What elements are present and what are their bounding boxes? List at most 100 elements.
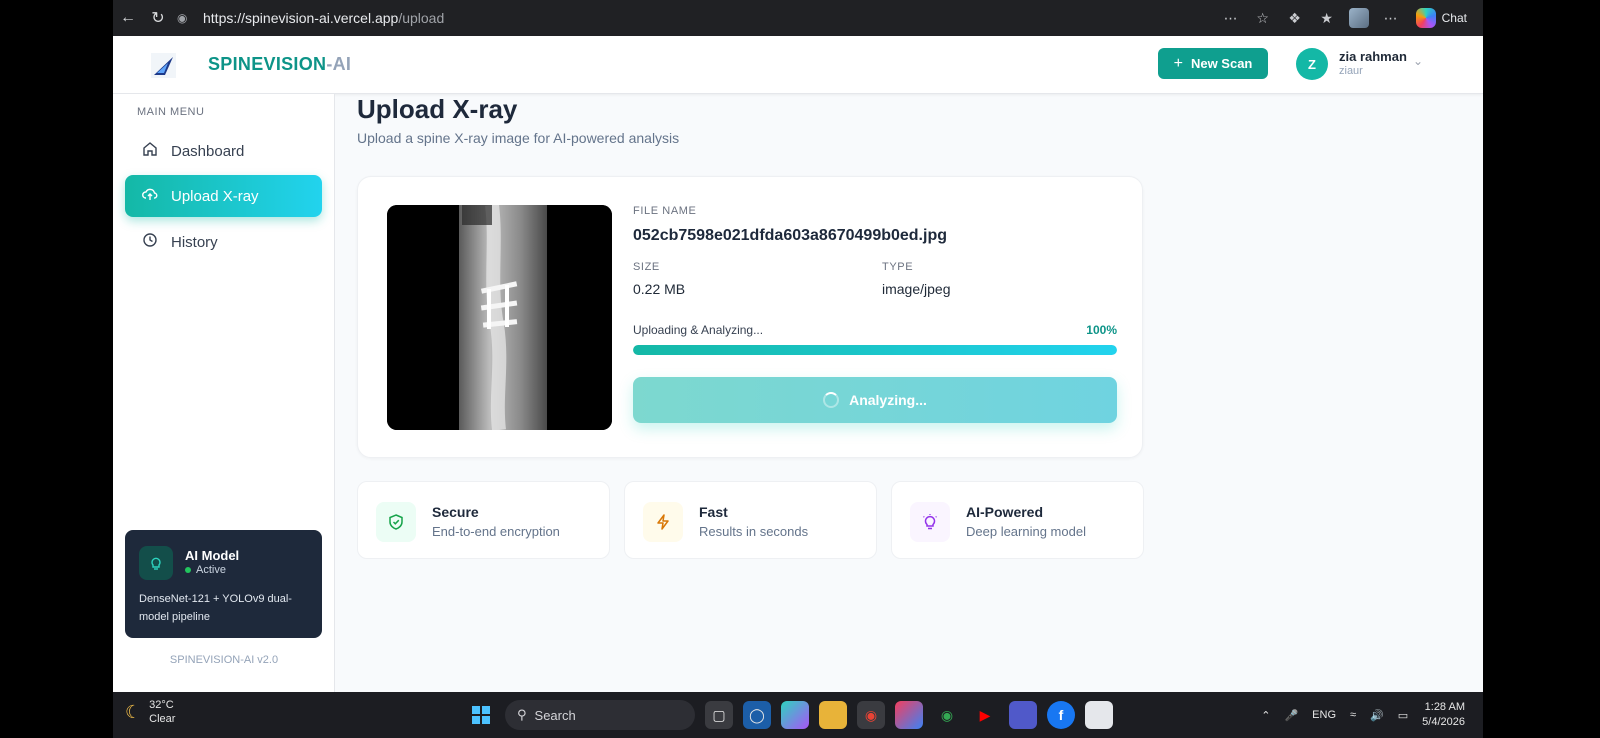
user-handle: ziaur <box>1339 65 1363 77</box>
xray-preview-image <box>387 205 612 430</box>
progress-fill <box>633 345 1117 355</box>
extensions-icon[interactable]: ❖ <box>1282 5 1308 31</box>
sidebar: MAIN MENU Dashboard Upload X-ray History <box>113 94 335 692</box>
sidebar-item-label: History <box>171 233 218 251</box>
taskbar-search[interactable]: ⚲ Search <box>505 700 695 730</box>
profile-icon[interactable] <box>1346 5 1372 31</box>
youtube-icon[interactable]: ▶ <box>971 701 999 729</box>
progress-bar <box>633 345 1117 355</box>
copilot-app-icon[interactable] <box>781 701 809 729</box>
brand-name: SPINEVISION-AI <box>208 54 352 74</box>
user-name[interactable]: zia rahman <box>1339 49 1407 64</box>
language-indicator[interactable]: ENG <box>1312 709 1336 721</box>
windows-start-icon[interactable] <box>467 701 495 729</box>
moon-icon: ☾ <box>125 702 142 722</box>
weather-condition: Clear <box>149 713 176 725</box>
chrome-icon[interactable]: ◉ <box>857 701 885 729</box>
page-title: Upload X-ray <box>357 94 518 124</box>
reload-icon[interactable]: ↻ <box>143 3 173 33</box>
sidebar-item-label: Dashboard <box>171 142 245 160</box>
analyzing-label: Analyzing... <box>849 392 927 408</box>
home-icon <box>141 141 159 161</box>
os-taskbar: ☾ 32°C Clear ⚲ Search ▢ ◯ ◉ ◉ ▶ f ⌃ 🎤 EN… <box>113 692 1483 738</box>
feature-title: Fast <box>699 504 728 520</box>
favorite-star-icon[interactable]: ☆ <box>1250 5 1276 31</box>
taskbar-search-label: Search <box>534 707 576 723</box>
teams-icon[interactable] <box>1009 701 1037 729</box>
file-explorer-icon[interactable] <box>819 701 847 729</box>
shield-check-icon <box>376 502 416 542</box>
status-dot <box>185 567 191 573</box>
avatar[interactable]: Z <box>1296 48 1328 80</box>
sidebar-item-history[interactable]: History <box>125 221 322 263</box>
sidebar-item-upload-xray[interactable]: Upload X-ray <box>125 175 322 217</box>
copilot-chat-button[interactable]: Chat <box>1410 8 1473 28</box>
office-icon[interactable] <box>895 701 923 729</box>
file-name-label: FILE NAME <box>633 205 697 217</box>
url-host: https://spinevision-ai.vercel.app <box>203 9 399 26</box>
chevron-up-icon[interactable]: ⌃ <box>1261 709 1270 722</box>
file-name: 052cb7598e021dfda603a8670499b0ed.jpg <box>633 227 947 244</box>
type-label: TYPE <box>882 261 914 273</box>
analyzing-button[interactable]: Analyzing... <box>633 377 1117 423</box>
main-content: Upload X-ray Upload a spine X-ray image … <box>335 94 1483 692</box>
file-size: 0.22 MB <box>633 281 686 297</box>
back-icon[interactable]: ← <box>113 3 143 33</box>
feature-title: AI-Powered <box>966 504 1044 520</box>
feature-card-secure: Secure End-to-end encryption <box>357 481 610 559</box>
feature-desc: End-to-end encryption <box>432 524 560 539</box>
snipping-tool-icon[interactable] <box>1085 701 1113 729</box>
progress-percent: 100% <box>1086 323 1117 337</box>
chat-label: Chat <box>1441 11 1467 25</box>
feature-card-fast: Fast Results in seconds <box>624 481 877 559</box>
new-scan-label: New Scan <box>1190 56 1253 71</box>
status-text: Active <box>196 564 226 576</box>
ai-model-description: DenseNet-121 + YOLOv9 dual-model pipelin… <box>139 593 292 623</box>
main-menu-label: MAIN MENU <box>137 106 205 118</box>
chrome-profile-icon[interactable]: ◉ <box>933 701 961 729</box>
url-path: /upload <box>398 9 445 26</box>
logo[interactable] <box>151 53 176 78</box>
facebook-icon[interactable]: f <box>1047 701 1075 729</box>
copilot-icon <box>1415 8 1436 28</box>
volume-icon[interactable]: 🔊 <box>1370 709 1384 722</box>
app: SPINEVISION-AI + New Scan Z zia rahman z… <box>113 36 1483 692</box>
battery-icon[interactable]: ▭ <box>1398 709 1408 722</box>
ai-model-title: AI Model <box>185 548 240 563</box>
feature-desc: Results in seconds <box>699 524 809 539</box>
lightbulb-icon <box>139 546 173 580</box>
address-bar[interactable]: ◉ https://spinevision-ai.vercel.app/uplo… <box>177 5 1387 30</box>
clock[interactable]: 1:28 AM 5/4/2026 <box>1422 700 1465 730</box>
task-view-icon[interactable]: ▢ <box>705 701 733 729</box>
system-tray: ⌃ 🎤 ENG ≈ 🔊 ▭ 1:28 AM 5/4/2026 <box>1261 700 1465 730</box>
chevron-down-icon[interactable]: ⌄ <box>1413 54 1423 68</box>
upload-card: FILE NAME 052cb7598e021dfda603a8670499b0… <box>357 176 1143 458</box>
sidebar-item-dashboard[interactable]: Dashboard <box>125 130 322 172</box>
favorites-icon[interactable]: ★ <box>1314 5 1340 31</box>
wifi-icon[interactable]: ≈ <box>1350 709 1356 721</box>
microphone-icon[interactable]: 🎤 <box>1284 709 1298 722</box>
feature-title: Secure <box>432 504 479 520</box>
screen: ← ↻ ◉ https://spinevision-ai.vercel.app /… <box>113 0 1483 738</box>
clock-date: 5/4/2026 <box>1422 716 1465 728</box>
weather-widget[interactable]: ☾ 32°C Clear <box>125 698 175 726</box>
browser-actions: ⋯ ☆ ❖ ★ ⋯ Chat <box>1218 0 1483 36</box>
ai-model-card: AI Model Active DenseNet-121 + YOLOv9 du… <box>125 530 322 638</box>
new-scan-button[interactable]: + New Scan <box>1158 48 1268 79</box>
taskbar-apps: ⚲ Search ▢ ◯ ◉ ◉ ▶ f <box>467 698 1113 732</box>
feature-desc: Deep learning model <box>966 524 1086 539</box>
weather-temp: 32°C <box>149 699 174 711</box>
upload-cloud-icon <box>141 186 159 206</box>
page-subtitle: Upload a spine X-ray image for AI-powere… <box>357 130 680 146</box>
site-info-icon[interactable]: ◉ <box>177 11 195 25</box>
more-dots-circle-icon[interactable]: ⋯ <box>1218 5 1244 31</box>
browser-toolbar: ← ↻ ◉ https://spinevision-ai.vercel.app /… <box>113 0 1483 36</box>
settings-more-icon[interactable]: ⋯ <box>1378 5 1404 31</box>
size-label: SIZE <box>633 261 660 273</box>
app-version: SPINEVISION-AI v2.0 <box>169 654 279 666</box>
lightbulb-icon <box>910 502 950 542</box>
edge-browser-icon[interactable]: ◯ <box>743 701 771 729</box>
search-icon: ⚲ <box>517 707 527 722</box>
clock-time: 1:28 AM <box>1424 701 1465 713</box>
feature-card-ai-powered: AI-Powered Deep learning model <box>891 481 1144 559</box>
